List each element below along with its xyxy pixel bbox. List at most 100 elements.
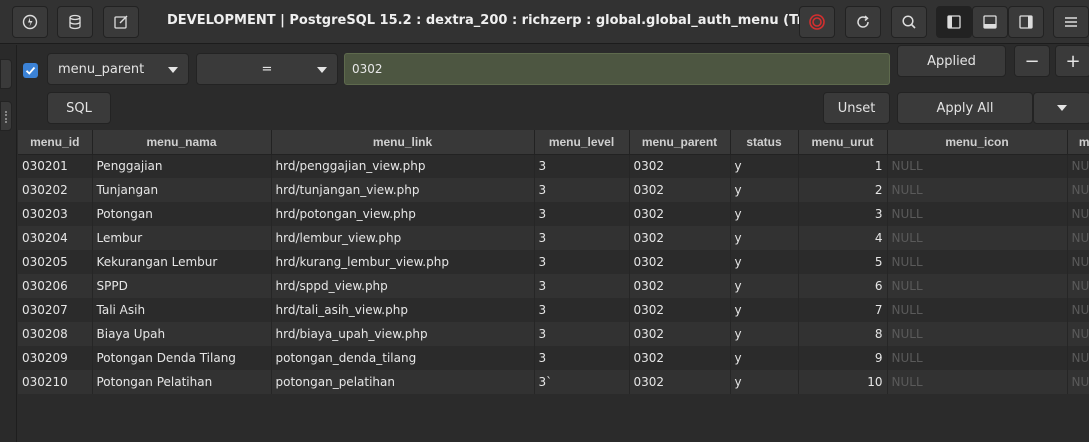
table-cell-menu_icon[interactable]: NULL (887, 202, 1068, 226)
table-cell-menu_link[interactable]: potongan_pelatihan (271, 370, 535, 394)
table-cell-menu_nama[interactable]: Kekurangan Lembur (92, 250, 272, 274)
table-row[interactable]: 0302 10 Potongan Pelatihan potongan_pelatih… (18, 370, 1089, 394)
table-cell-status[interactable]: y (730, 178, 799, 202)
table-cell-menu_icon[interactable]: NULL (887, 226, 1068, 250)
table-cell-menu_nama[interactable]: Potongan (92, 202, 272, 226)
table-cell-menu_link[interactable]: hrd/potongan_view.php (271, 202, 535, 226)
table-cell-menu_level[interactable]: 3 (534, 274, 630, 298)
column-header-menu_icon[interactable]: menu_icon (887, 130, 1068, 155)
table-cell-me[interactable]: NUL (1067, 274, 1089, 298)
table-cell-menu_link[interactable]: hrd/lembur_view.php (271, 226, 535, 250)
table-cell-menu_parent[interactable]: 0302 (629, 202, 731, 226)
table-cell-menu_icon[interactable]: NULL (887, 298, 1068, 322)
edit-button[interactable] (103, 6, 139, 38)
remove-filter-button[interactable]: − (1014, 45, 1050, 77)
table-cell-me[interactable]: NUL (1067, 322, 1089, 346)
toggle-right-sidebar-button[interactable] (1008, 6, 1044, 38)
table-cell-status[interactable]: y (730, 154, 799, 178)
table-cell-menu_nama[interactable]: SPPD (92, 274, 272, 298)
table-cell-status[interactable]: y (730, 370, 799, 394)
table-row[interactable]: 030201 Penggajian hrd/penggajian_view.php 3… (18, 154, 1089, 178)
column-header-status[interactable]: status (730, 130, 799, 155)
table-cell-menu_nama[interactable]: Tunjangan (92, 178, 272, 202)
table-cell-menu_parent[interactable]: 0302 (629, 370, 731, 394)
table-cell-menu_nama[interactable]: Potongan Pelatihan (92, 370, 272, 394)
table-cell-status[interactable]: y (730, 226, 799, 250)
table-cell-me[interactable]: NUL (1067, 178, 1089, 202)
table-cell-menu_urut[interactable]: 5 (798, 250, 888, 274)
table-cell-menu_level[interactable]: 3 (534, 178, 630, 202)
table-cell-status[interactable]: y (730, 298, 799, 322)
table-cell-me[interactable]: NUL (1067, 298, 1089, 322)
table-cell-menu_parent[interactable]: 0302 (629, 154, 731, 178)
column-header-menu_parent[interactable]: menu_parent (629, 130, 731, 155)
table-cell-menu_icon[interactable]: NULL (887, 346, 1068, 370)
table-cell-me[interactable]: NUL (1067, 226, 1089, 250)
table-cell-status[interactable]: y (730, 274, 799, 298)
table-cell-menu_level[interactable]: 3 (534, 250, 630, 274)
table-cell-menu_icon[interactable]: NULL (887, 274, 1068, 298)
table-cell-menu_level[interactable]: 3 (534, 154, 630, 178)
table-cell-menu_level[interactable]: 3` (534, 370, 630, 394)
toggle-bottom-panel-button[interactable] (972, 6, 1008, 38)
left-strip-button[interactable] (0, 59, 12, 89)
table-cell-menu_icon[interactable]: NULL (887, 178, 1068, 202)
add-filter-button[interactable]: + (1055, 45, 1089, 77)
refresh-button[interactable] (845, 6, 881, 38)
table-cell-me[interactable]: NUL (1067, 250, 1089, 274)
table-cell-status[interactable]: y (730, 322, 799, 346)
table-cell-menu_parent[interactable]: 0302 (629, 346, 731, 370)
left-strip-handle[interactable] (0, 101, 12, 131)
menu-button[interactable] (1053, 6, 1089, 38)
table-cell-menu_urut[interactable]: 4 (798, 226, 888, 250)
table-cell-status[interactable]: y (730, 202, 799, 226)
table-cell-me[interactable]: NUL (1067, 370, 1089, 394)
table-cell-menu_id[interactable]: 030201 (18, 154, 93, 178)
table-row[interactable]: 030202 Tunjangan hrd/tunjangan_view.php 3 03… (18, 178, 1089, 202)
table-cell-me[interactable]: NUL (1067, 154, 1089, 178)
toggle-left-sidebar-button[interactable] (936, 6, 972, 38)
filter-operator-select[interactable]: = (196, 53, 338, 85)
filter-enabled-checkbox[interactable] (23, 63, 38, 78)
table-cell-menu_icon[interactable]: NULL (887, 154, 1068, 178)
table-row[interactable]: 030204 Lembur hrd/lembur_view.php 3 0302 y 4 NU… (18, 226, 1089, 250)
table-row[interactable]: 030208 Biaya Upah hrd/biaya_upah_view.php 3… (18, 322, 1089, 346)
table-cell-menu_nama[interactable]: Tali Asih (92, 298, 272, 322)
table-cell-menu_nama[interactable]: Lembur (92, 226, 272, 250)
table-row[interactable]: 030205 Kekurangan Lembur hrd/kurang_lembur… (18, 250, 1089, 274)
applied-button[interactable]: Applied (897, 45, 1006, 77)
table-cell-menu_link[interactable]: hrd/kurang_lembur_view.php (271, 250, 535, 274)
table-cell-menu_id[interactable]: 030204 (18, 226, 93, 250)
table-cell-menu_icon[interactable]: NULL (887, 250, 1068, 274)
table-cell-status[interactable]: y (730, 346, 799, 370)
table-cell-me[interactable]: NUL (1067, 346, 1089, 370)
search-button[interactable] (891, 6, 927, 38)
table-cell-menu_level[interactable]: 3 (534, 202, 630, 226)
table-cell-menu_id[interactable]: 030205 (18, 250, 93, 274)
filter-column-select[interactable]: menu_parent (47, 53, 189, 85)
table-cell-menu_nama[interactable]: Biaya Upah (92, 322, 272, 346)
table-cell-menu_parent[interactable]: 0302 (629, 274, 731, 298)
table-cell-menu_id[interactable]: 030202 (18, 178, 93, 202)
table-cell-menu_urut[interactable]: 7 (798, 298, 888, 322)
apply-all-button[interactable]: Apply All (897, 92, 1033, 124)
table-cell-menu_urut[interactable]: 8 (798, 322, 888, 346)
table-cell-menu_parent[interactable]: 0302 (629, 322, 731, 346)
filter-value-input[interactable] (344, 53, 890, 85)
sql-button[interactable]: SQL (47, 92, 111, 124)
table-row[interactable]: 030206 SPPD hrd/sppd_view.php 3 0302 y 6 NULL NU… (18, 274, 1089, 298)
table-cell-menu_link[interactable]: hrd/penggajian_view.php (271, 154, 535, 178)
table-cell-menu_level[interactable]: 3 (534, 298, 630, 322)
apply-options-dropdown[interactable] (1033, 92, 1089, 124)
database-button[interactable] (57, 6, 93, 38)
table-cell-menu_id[interactable]: 030209 (18, 346, 93, 370)
connection-button[interactable] (12, 6, 48, 38)
table-cell-menu_urut[interactable]: 6 (798, 274, 888, 298)
table-cell-menu_parent[interactable]: 0302 (629, 178, 731, 202)
table-cell-status[interactable]: y (730, 250, 799, 274)
table-cell-menu_urut[interactable]: 10 (798, 370, 888, 394)
column-header-menu_link[interactable]: menu_link (271, 130, 535, 155)
table-cell-menu_parent[interactable]: 0302 (629, 250, 731, 274)
column-header-menu_urut[interactable]: menu_urut (798, 130, 888, 155)
table-cell-menu_urut[interactable]: 9 (798, 346, 888, 370)
